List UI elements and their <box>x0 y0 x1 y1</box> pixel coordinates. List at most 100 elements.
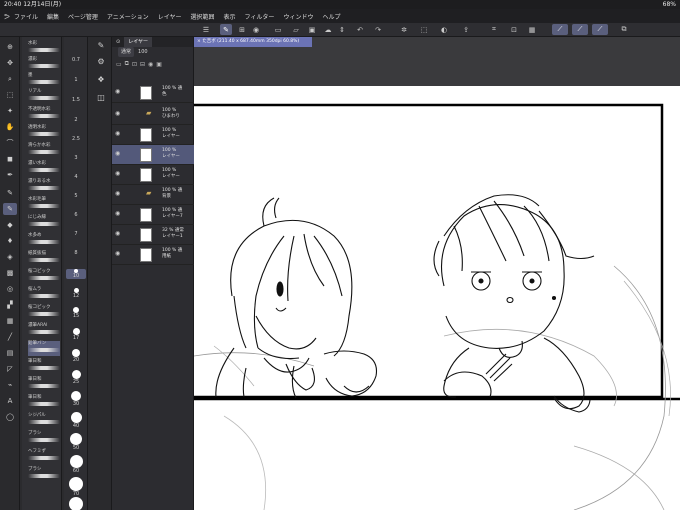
sub-tool-item[interactable]: 濃りある水 <box>28 179 60 194</box>
sub-tool-item[interactable]: シジパル <box>28 413 60 428</box>
sub-tool-item[interactable]: 濃い水彩 <box>28 161 60 176</box>
brush-size-option[interactable]: 25 <box>66 370 86 385</box>
sub-tool-item[interactable]: 桜コピック <box>28 305 60 320</box>
mask-icon[interactable]: ▣ <box>156 61 162 68</box>
sub-tool-item[interactable]: 筆日和 <box>28 395 60 410</box>
tab-layer[interactable]: レイヤー <box>124 37 153 47</box>
eye-icon[interactable]: ◉ <box>115 211 120 217</box>
sub-tool-item[interactable]: 滑らか水彩 <box>28 143 60 158</box>
brush-size-option[interactable]: 17 <box>66 328 86 341</box>
settings-icon[interactable]: ⚙ <box>94 57 108 69</box>
brush-size-option[interactable]: 20 <box>66 349 86 363</box>
balloon-icon[interactable]: ◯ <box>3 411 17 423</box>
eye-icon[interactable]: ◉ <box>115 171 120 177</box>
menu-icon[interactable]: ☰ <box>200 24 212 35</box>
menu-help[interactable]: ヘルプ <box>322 12 340 21</box>
menu-edit[interactable]: 編集 <box>47 12 59 21</box>
brush-settings-icon[interactable]: ⊞ <box>236 24 248 35</box>
eye-icon[interactable]: ◉ <box>115 111 120 117</box>
brush-size-option[interactable]: 40 <box>66 412 86 429</box>
eyedropper-icon[interactable]: ✒ <box>3 169 17 181</box>
sub-tool-item[interactable]: 桜ムラ <box>28 287 60 302</box>
sub-tool-item-selected[interactable]: 鉛筆バン <box>28 341 60 356</box>
line-icon[interactable]: ╱ <box>3 331 17 343</box>
eye-icon[interactable]: ◉ <box>115 231 120 237</box>
brush-size-option[interactable]: 1.5 <box>66 97 86 103</box>
sub-tool-item[interactable]: ヘフミず <box>28 449 60 464</box>
sub-tool-item[interactable]: 濃彩 <box>28 57 60 72</box>
text-icon[interactable]: A <box>3 395 17 407</box>
correction-icon[interactable]: ⌁ <box>3 379 17 391</box>
deselect-icon[interactable]: ⬚ <box>418 24 430 35</box>
sub-tool-item[interactable]: リアル <box>28 89 60 104</box>
sub-tool-item[interactable]: 水多め <box>28 233 60 248</box>
eraser-select-icon[interactable]: ◼ <box>3 153 17 165</box>
hand-icon[interactable]: ✋ <box>3 121 17 133</box>
layer-row[interactable]: ◉ 100 % 通色 <box>112 83 194 103</box>
reference-layer-icon[interactable]: ◉ <box>148 61 153 68</box>
brush-size-option[interactable]: 7 <box>66 231 86 237</box>
layer-row-selected[interactable]: ◉ 100 % レイヤー <box>112 145 194 165</box>
brush-size-option[interactable]: 2 <box>66 117 86 123</box>
sub-tool-item[interactable]: 桜コピック <box>28 269 60 284</box>
menu-layer[interactable]: レイヤー <box>158 12 182 21</box>
layer-row[interactable]: ◉ 32 % 通常 レイヤー1 <box>112 225 194 245</box>
layer-props-icon[interactable]: ❖ <box>94 75 108 87</box>
cloud-icon[interactable]: ☁ <box>322 24 334 35</box>
sub-tool-item[interactable]: 濃筆ARAI <box>28 323 60 338</box>
redo-icon[interactable]: ↷ <box>372 24 384 35</box>
layer-row[interactable]: ◉ 100 % 通用紙 <box>112 245 194 265</box>
stabilizer-2-icon[interactable]: ⟋ <box>572 24 588 35</box>
new-file-icon[interactable]: ▭ <box>272 24 284 35</box>
blend-mode-select[interactable]: 通常 <box>118 47 135 57</box>
copy-layer-icon[interactable]: ⧉ <box>125 60 129 68</box>
menu-page[interactable]: ページ管理 <box>68 12 98 21</box>
sub-tool-item[interactable]: 透明水彩 <box>28 125 60 140</box>
layer-row[interactable]: ◉ ▰ 100 % 通背景 <box>112 185 194 205</box>
pen-settings-icon[interactable]: ✎ <box>94 41 108 53</box>
brush-size-option[interactable]: 4 <box>66 174 86 180</box>
pen-tool-icon[interactable]: ✎ <box>3 187 17 199</box>
sub-tool-item[interactable]: 不透明水彩 <box>28 107 60 122</box>
wand-icon[interactable]: ✦ <box>3 105 17 117</box>
sub-tool-item[interactable]: ブラシ <box>28 431 60 446</box>
eye-icon[interactable]: ◉ <box>115 89 120 95</box>
brush-size-option[interactable]: 50 <box>66 433 86 451</box>
fill-tool-icon[interactable]: ▞ <box>3 299 17 311</box>
sub-tool-item[interactable]: 水彩 <box>28 41 60 56</box>
stabilizer-1-icon[interactable]: ⟋ <box>552 24 568 35</box>
brush-size-option[interactable]: 80 <box>66 497 86 510</box>
figure-icon[interactable]: ◎ <box>3 283 17 295</box>
menu-window[interactable]: ウィンドウ <box>283 12 313 21</box>
brush-size-option[interactable]: 8 <box>66 250 86 256</box>
sub-tool-item[interactable]: 墨 <box>28 73 60 88</box>
new-layer-icon[interactable]: ▭ <box>116 61 122 68</box>
stepper-icon[interactable]: ⇕ <box>336 24 348 35</box>
eraser-icon[interactable]: ◆ <box>3 219 17 231</box>
menu-filter[interactable]: フィルター <box>245 12 275 21</box>
select-icon[interactable]: ⬚ <box>3 89 17 101</box>
open-folder-icon[interactable]: ▱ <box>290 24 302 35</box>
pattern-icon[interactable]: ▦ <box>3 315 17 327</box>
menu-view[interactable]: 表示 <box>224 12 236 21</box>
brush-size-option-selected[interactable]: 10 <box>66 269 86 279</box>
eye-icon[interactable]: ◉ <box>115 151 120 157</box>
brush-size-option[interactable]: 70 <box>66 477 86 497</box>
magnify-icon[interactable]: ⌕ <box>3 73 17 85</box>
layer-row[interactable]: ◉ 100 % レイヤー <box>112 125 194 145</box>
brush-size-option[interactable]: 30 <box>66 391 86 407</box>
canvas-area[interactable]: × た吉ボ (211.40 x 687.40mm 350dpi 60.8%) <box>194 37 680 510</box>
sub-tool-item[interactable]: 筆日和 <box>28 377 60 392</box>
brush-size-option[interactable]: 12 <box>66 288 86 299</box>
sub-tool-item[interactable]: 筆日和 <box>28 359 60 374</box>
undo-icon[interactable]: ↶ <box>354 24 366 35</box>
brush-size-option[interactable]: 1 <box>66 77 86 83</box>
layer-row[interactable]: ◉ 100 % レイヤー <box>112 165 194 185</box>
eye-icon[interactable]: ◉ <box>250 24 262 35</box>
sub-tool-item[interactable]: ブラシ <box>28 467 60 482</box>
export-icon[interactable]: ⇪ <box>460 24 472 35</box>
brush-size-option[interactable]: 5 <box>66 193 86 199</box>
brush-size-option[interactable]: 2.5 <box>66 136 86 142</box>
crop-icon[interactable]: ⌗ <box>488 24 500 35</box>
blend-icon[interactable]: ♦ <box>3 235 17 247</box>
